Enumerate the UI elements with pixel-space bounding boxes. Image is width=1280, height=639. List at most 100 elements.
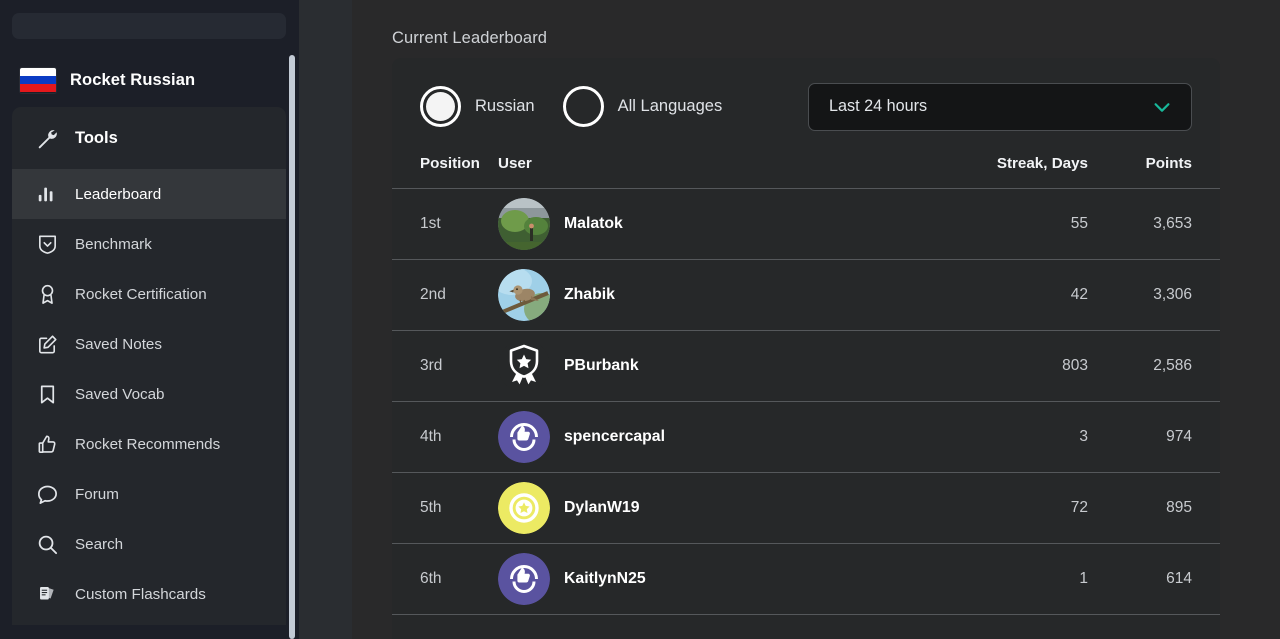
- cell-user: DylanW19: [498, 472, 918, 544]
- cell-streak: 3: [918, 401, 1088, 473]
- cell-position: 3rd: [392, 330, 498, 402]
- cell-streak: 55: [918, 188, 1088, 260]
- bookmark-icon: [34, 381, 60, 407]
- yellow-star-badge-avatar: [498, 482, 550, 534]
- sidebar-item-benchmark[interactable]: Benchmark: [12, 219, 286, 269]
- sidebar-item-label: Rocket Recommends: [75, 435, 221, 453]
- sidebar-item-forum[interactable]: Forum: [12, 469, 286, 519]
- cell-user: PBurbank: [498, 330, 918, 402]
- nav-section-label: Tools: [75, 128, 118, 147]
- radio-label: All Languages: [617, 97, 723, 115]
- brand: Rocket Russian: [0, 60, 299, 100]
- cell-points: 3,653: [1088, 188, 1220, 260]
- cell-position: 1st: [392, 188, 498, 260]
- tools-nav-panel: Tools Leaderboard Benchmark Rocket Certi…: [12, 107, 286, 625]
- radio-option-russian[interactable]: Russian: [420, 86, 535, 127]
- leaderboard-panel: Russian All Languages Last 24 hours Posi…: [392, 58, 1220, 639]
- table-row[interactable]: 2nd Zhabik 42 3,306: [392, 259, 1220, 331]
- column-header-user: User: [498, 155, 918, 189]
- wrench-icon: [34, 125, 60, 151]
- sidebar-item-saved-notes[interactable]: Saved Notes: [12, 319, 286, 369]
- radio-indicator[interactable]: [420, 86, 461, 127]
- purple-thumbs-up-badge-avatar: [498, 411, 550, 463]
- cell-points: 895: [1088, 472, 1220, 544]
- table-row[interactable]: 1st Malatok 55 3,653: [392, 188, 1220, 260]
- column-header-position: Position: [392, 155, 498, 189]
- purple-thumbs-up-badge-avatar: [498, 553, 550, 605]
- russia-flag-icon: [20, 67, 56, 93]
- award-icon: [34, 281, 60, 307]
- cell-streak: 1: [918, 543, 1088, 615]
- cell-username: KaitlynN25: [564, 570, 646, 587]
- sidebar-item-label: Rocket Certification: [75, 285, 207, 303]
- cell-username: PBurbank: [564, 357, 639, 374]
- cell-points: 974: [1088, 401, 1220, 473]
- sidebar-item-rocket-certification[interactable]: Rocket Certification: [12, 269, 286, 319]
- sidebar-item-label: Saved Notes: [75, 335, 162, 353]
- sidebar-item-leaderboard[interactable]: Leaderboard: [12, 169, 286, 219]
- sidebar-item-label: Benchmark: [75, 235, 152, 253]
- language-radio-group: Russian All Languages: [420, 86, 722, 127]
- cell-points: 2,586: [1088, 330, 1220, 402]
- cell-user: Malatok: [498, 188, 918, 260]
- cell-username: Zhabik: [564, 286, 615, 303]
- table-row[interactable]: 4th spencercapal 3 974: [392, 401, 1220, 473]
- cell-points: 614: [1088, 543, 1220, 615]
- leaderboard-table: Position User Streak, Days Points 1st Ma…: [392, 155, 1220, 615]
- cell-username: spencercapal: [564, 428, 665, 445]
- note-edit-icon: [34, 331, 60, 357]
- search-icon: [34, 531, 60, 557]
- cell-user: KaitlynN25: [498, 543, 918, 615]
- page-title: Current Leaderboard: [392, 29, 548, 47]
- sidebar-item-label: Leaderboard: [75, 185, 162, 203]
- cell-streak: 72: [918, 472, 1088, 544]
- radio-label: Russian: [475, 97, 535, 115]
- main-content: Current Leaderboard Russian All Language…: [352, 0, 1280, 639]
- cell-points: 3,306: [1088, 259, 1220, 331]
- radio-option-all-languages[interactable]: All Languages: [562, 86, 723, 127]
- cell-username: DylanW19: [564, 499, 640, 516]
- sidebar-item-label: Search: [75, 535, 124, 553]
- cell-user: Zhabik: [498, 259, 918, 331]
- flashcards-icon: [34, 581, 60, 607]
- sidebar: Rocket Russian Tools Leaderboard Benchma…: [0, 0, 299, 639]
- sidebar-item-label: Custom Flashcards: [75, 585, 206, 603]
- column-header-points: Points: [1088, 155, 1220, 189]
- cell-position: 5th: [392, 472, 498, 544]
- photo-landscape-avatar: [498, 198, 550, 250]
- table-header: Position User Streak, Days Points: [392, 155, 1220, 189]
- photo-bird-avatar: [498, 269, 550, 321]
- sidebar-item-custom-flashcards[interactable]: Custom Flashcards: [12, 569, 286, 619]
- time-period-value: Last 24 hours: [829, 97, 928, 115]
- sidebar-scrollbar-thumb[interactable]: [289, 55, 295, 639]
- cell-position: 6th: [392, 543, 498, 615]
- radio-indicator[interactable]: [562, 86, 604, 127]
- sidebar-item-label: Saved Vocab: [75, 385, 165, 403]
- sidebar-item-rocket-recommends[interactable]: Rocket Recommends: [12, 419, 286, 469]
- app-root: Rocket Russian Tools Leaderboard Benchma…: [0, 0, 1280, 639]
- cell-position: 4th: [392, 401, 498, 473]
- cell-streak: 42: [918, 259, 1088, 331]
- table-row[interactable]: 3rd PBurbank 803 2,586: [392, 330, 1220, 402]
- bar-chart-icon: [34, 181, 60, 207]
- layout-gutter: [299, 0, 352, 639]
- cell-position: 2nd: [392, 259, 498, 331]
- chat-bubble-icon: [34, 481, 60, 507]
- nav-section-tools: Tools: [12, 107, 286, 169]
- cell-username: Malatok: [564, 215, 623, 232]
- top-search-bar[interactable]: [12, 13, 286, 39]
- leaderboard-filters: Russian All Languages Last 24 hours: [392, 58, 1220, 155]
- sidebar-item-saved-vocab[interactable]: Saved Vocab: [12, 369, 286, 419]
- sidebar-item-search[interactable]: Search: [12, 519, 286, 569]
- thumbs-up-icon: [34, 431, 60, 457]
- table-row[interactable]: 5th DylanW19 72 895: [392, 472, 1220, 544]
- cell-user: spencercapal: [498, 401, 918, 473]
- chevron-down-icon[interactable]: [1151, 96, 1173, 118]
- cell-streak: 803: [918, 330, 1088, 402]
- table-body: 1st Malatok 55 3,653 2nd Zhabik 42 3,306…: [392, 188, 1220, 615]
- sidebar-scrollbar[interactable]: [288, 0, 296, 639]
- table-row[interactable]: 6th KaitlynN25 1 614: [392, 543, 1220, 615]
- brand-name: Rocket Russian: [70, 70, 196, 89]
- shield-star-badge-avatar: [498, 340, 550, 392]
- time-period-select[interactable]: Last 24 hours: [808, 82, 1192, 131]
